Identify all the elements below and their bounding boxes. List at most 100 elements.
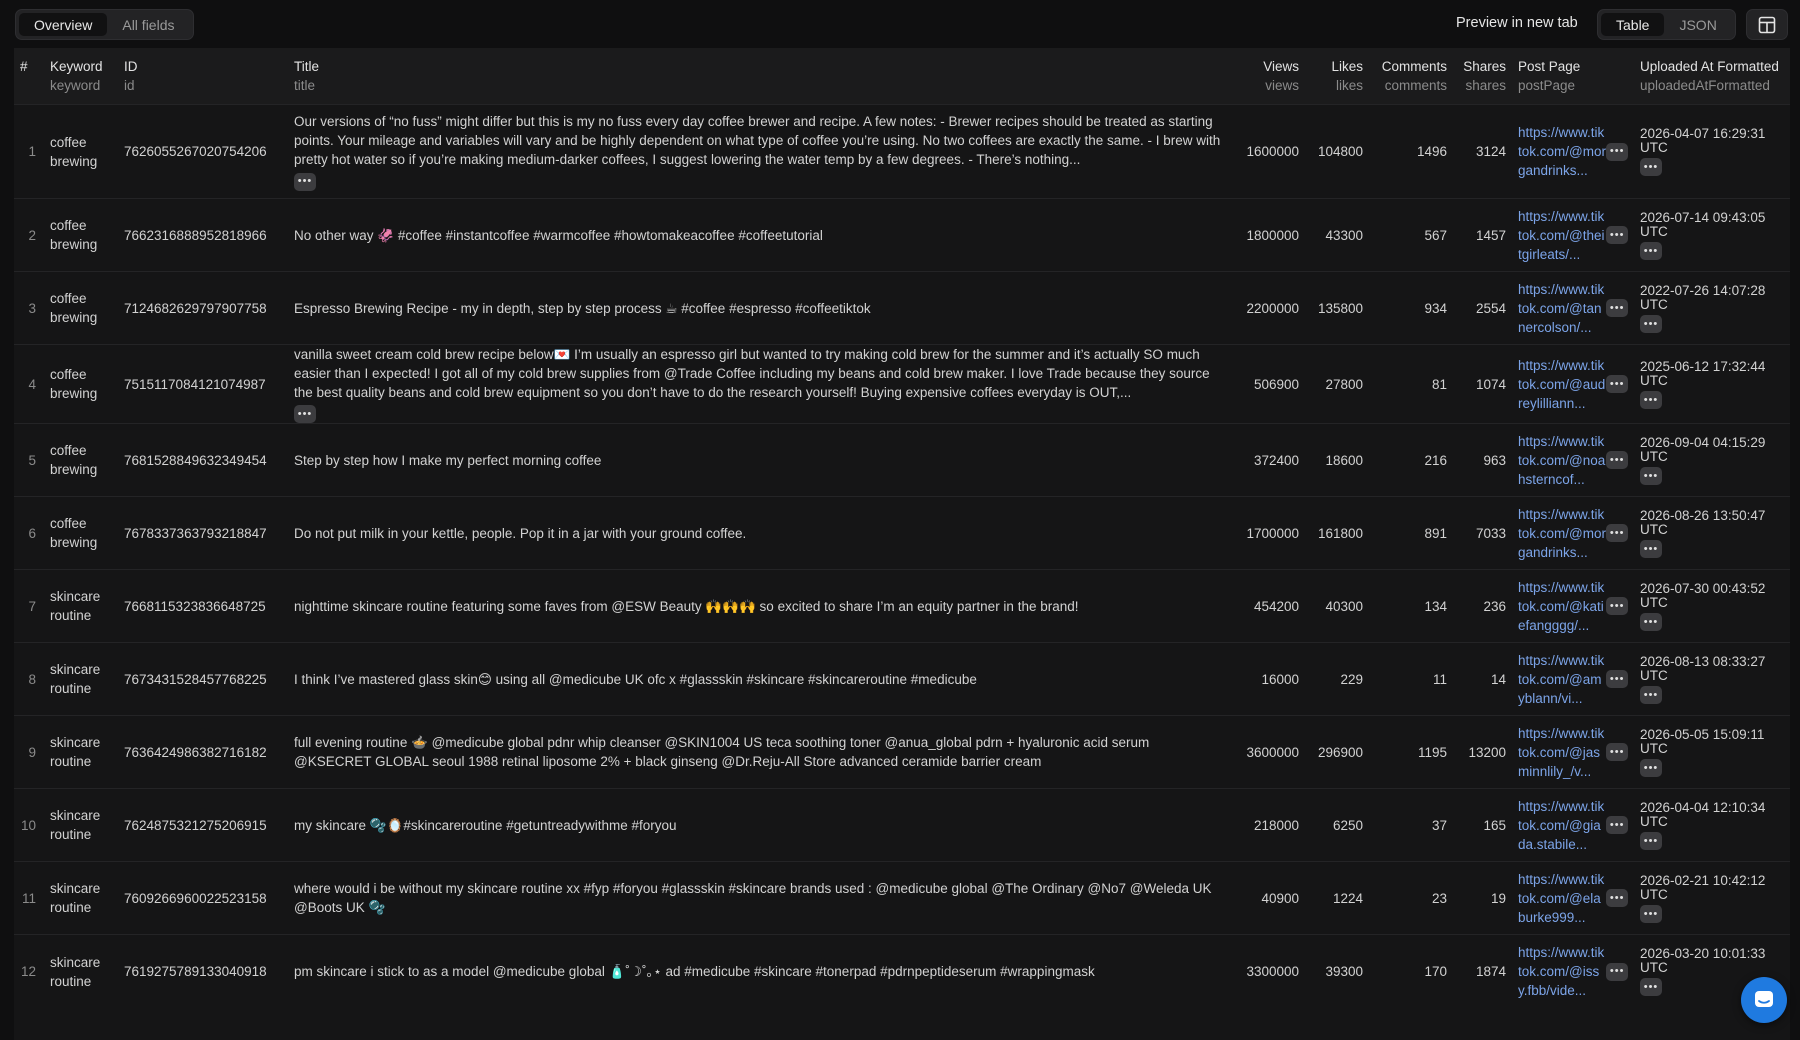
expand-post-page-button[interactable]: ••• bbox=[1606, 889, 1628, 908]
expand-post-page-button[interactable]: ••• bbox=[1606, 962, 1628, 981]
tab-json[interactable]: JSON bbox=[1664, 13, 1731, 36]
row-index: 12 bbox=[14, 934, 44, 1008]
shares-cell: 1457 bbox=[1453, 198, 1512, 272]
post-page-link[interactable]: https://www.tiktok.com/@katiefangggg/... bbox=[1518, 578, 1606, 635]
title-text: full evening routine 🍲 @medicube global … bbox=[294, 735, 1150, 770]
expand-title-button[interactable]: ••• bbox=[294, 405, 316, 424]
table-row[interactable]: 6 coffee brewing 7678337363793218847 Do not… bbox=[14, 496, 1790, 570]
post-page-link[interactable]: https://www.tiktok.com/@giada.stabile... bbox=[1518, 797, 1606, 854]
uploaded-at-cell: 2026-08-26 13:50:47 UTC ••• bbox=[1634, 496, 1790, 570]
expand-uploaded-button[interactable]: ••• bbox=[1640, 241, 1662, 260]
header-post-page[interactable]: Post Page postPage bbox=[1512, 48, 1634, 105]
table-row[interactable]: 9 skincare routine 7636424986382716182 full… bbox=[14, 715, 1790, 789]
table-row[interactable]: 3 coffee brewing 7124682629797907758 Espres… bbox=[14, 271, 1790, 345]
header-keyword[interactable]: Keyword keyword bbox=[44, 48, 118, 105]
expand-uploaded-button[interactable]: ••• bbox=[1640, 158, 1662, 176]
expand-uploaded-button[interactable]: ••• bbox=[1640, 314, 1662, 333]
post-page-link[interactable]: https://www.tiktok.com/@theitgirleats/..… bbox=[1518, 207, 1606, 264]
expand-uploaded-button[interactable]: ••• bbox=[1640, 758, 1662, 777]
expand-post-page-button[interactable]: ••• bbox=[1606, 226, 1628, 244]
uploaded-at-text: 2025-06-12 17:32:44 UTC bbox=[1640, 358, 1766, 388]
expand-uploaded-button[interactable]: ••• bbox=[1640, 978, 1662, 997]
expand-post-page-button[interactable]: ••• bbox=[1606, 524, 1628, 543]
expand-uploaded-button[interactable]: ••• bbox=[1640, 466, 1662, 485]
id-cell: 7668115323836648725 bbox=[118, 569, 288, 643]
layout-toggle-button[interactable] bbox=[1746, 9, 1788, 40]
views-cell: 506900 bbox=[1235, 343, 1305, 424]
table-row[interactable]: 2 coffee brewing 7662316888952818966 No oth… bbox=[14, 198, 1790, 272]
title-cell: Step by step how I make my perfect morni… bbox=[288, 423, 1235, 497]
expand-uploaded-button[interactable]: ••• bbox=[1640, 612, 1662, 631]
title-text: Step by step how I make my perfect morni… bbox=[294, 452, 602, 468]
likes-cell: 43300 bbox=[1305, 198, 1369, 272]
comments-cell: 81 bbox=[1369, 343, 1453, 424]
views-cell: 218000 bbox=[1235, 788, 1305, 862]
expand-uploaded-button[interactable]: ••• bbox=[1640, 685, 1662, 704]
header-id[interactable]: ID id bbox=[118, 48, 288, 105]
tab-table[interactable]: Table bbox=[1601, 13, 1665, 36]
expand-post-page-button[interactable]: ••• bbox=[1606, 597, 1628, 616]
post-page-link[interactable]: https://www.tiktok.com/@morgandrinks... bbox=[1518, 505, 1606, 562]
expand-post-page-button[interactable]: ••• bbox=[1606, 743, 1628, 762]
likes-cell: 161800 bbox=[1305, 496, 1369, 570]
table-row[interactable]: 4 coffee brewing 7515117084121074987 vanill… bbox=[14, 343, 1790, 424]
row-index: 5 bbox=[14, 423, 44, 497]
likes-cell: 229 bbox=[1305, 642, 1369, 716]
post-page-link[interactable]: https://www.tiktok.com/@noahsterncof... bbox=[1518, 432, 1606, 489]
top-toolbar: Overview All fields Preview in new tab T… bbox=[0, 0, 1800, 48]
header-comments[interactable]: Comments comments bbox=[1369, 48, 1453, 105]
table-row[interactable]: 1 coffee brewing 7626055267020754206 Our ve… bbox=[14, 104, 1790, 199]
post-page-link[interactable]: https://www.tiktok.com/@jasminnlily_/v..… bbox=[1518, 724, 1606, 781]
table-row[interactable]: 5 coffee brewing 7681528849632349454 Step b… bbox=[14, 423, 1790, 497]
expand-post-page-button[interactable]: ••• bbox=[1606, 816, 1628, 835]
preview-in-new-tab-link[interactable]: Preview in new tab bbox=[1456, 15, 1578, 31]
post-page-link[interactable]: https://www.tiktok.com/@tannercolson/... bbox=[1518, 280, 1606, 337]
post-page-link[interactable]: https://www.tiktok.com/@elaburke999... bbox=[1518, 870, 1606, 927]
post-page-link[interactable]: https://www.tiktok.com/@audreylilliann..… bbox=[1518, 356, 1606, 413]
header-shares[interactable]: Shares shares bbox=[1453, 48, 1512, 105]
post-page-link[interactable]: https://www.tiktok.com/@amyblann/vi... bbox=[1518, 651, 1606, 708]
shares-cell: 2554 bbox=[1453, 271, 1512, 345]
expand-post-page-button[interactable]: ••• bbox=[1606, 142, 1628, 161]
row-index: 11 bbox=[14, 861, 44, 935]
shares-cell: 963 bbox=[1453, 423, 1512, 497]
id-cell: 7124682629797907758 bbox=[118, 271, 288, 345]
expand-post-page-button[interactable]: ••• bbox=[1606, 670, 1628, 689]
expand-post-page-button[interactable]: ••• bbox=[1606, 375, 1628, 394]
tab-all-fields[interactable]: All fields bbox=[107, 13, 189, 36]
expand-uploaded-button[interactable]: ••• bbox=[1640, 390, 1662, 409]
post-page-link[interactable]: https://www.tiktok.com/@morgandrinks... bbox=[1518, 123, 1606, 180]
table-row[interactable]: 7 skincare routine 7668115323836648725 nigh… bbox=[14, 569, 1790, 643]
results-table-container[interactable]: # Keyword keyword ID id Title title Views vi… bbox=[14, 48, 1790, 1040]
table-row[interactable]: 12 skincare routine 7619275789133040918 pm … bbox=[14, 934, 1790, 1008]
post-page-cell: https://www.tiktok.com/@giada.stabile...… bbox=[1512, 788, 1634, 862]
chat-support-button[interactable] bbox=[1741, 977, 1787, 1023]
views-cell: 3600000 bbox=[1235, 715, 1305, 789]
uploaded-at-cell: 2026-07-30 00:43:52 UTC ••• bbox=[1634, 569, 1790, 643]
expand-post-page-button[interactable]: ••• bbox=[1606, 451, 1628, 470]
title-text: Do not put milk in your kettle, people. … bbox=[294, 525, 747, 541]
uploaded-at-cell: 2022-07-26 14:07:28 UTC ••• bbox=[1634, 271, 1790, 345]
comments-cell: 170 bbox=[1369, 934, 1453, 1008]
header-views[interactable]: Views views bbox=[1235, 48, 1305, 105]
expand-uploaded-button[interactable]: ••• bbox=[1640, 904, 1662, 923]
title-cell: where would i be without my skincare rou… bbox=[288, 861, 1235, 935]
post-page-cell: https://www.tiktok.com/@tannercolson/...… bbox=[1512, 271, 1634, 345]
expand-post-page-button[interactable]: ••• bbox=[1606, 299, 1628, 317]
header-title[interactable]: Title title bbox=[288, 48, 1235, 105]
expand-uploaded-button[interactable]: ••• bbox=[1640, 831, 1662, 850]
shares-cell: 165 bbox=[1453, 788, 1512, 862]
header-uploaded-at[interactable]: Uploaded At Formatted uploadedAtFormatted bbox=[1634, 48, 1790, 105]
row-index: 8 bbox=[14, 642, 44, 716]
tab-overview[interactable]: Overview bbox=[19, 13, 108, 36]
post-page-link[interactable]: https://www.tiktok.com/@issy.fbb/vide... bbox=[1518, 943, 1606, 1000]
table-row[interactable]: 8 skincare routine 7673431528457768225 I th… bbox=[14, 642, 1790, 716]
expand-uploaded-button[interactable]: ••• bbox=[1640, 539, 1662, 558]
row-index: 4 bbox=[14, 343, 44, 424]
table-row[interactable]: 10 skincare routine 7624875321275206915 my … bbox=[14, 788, 1790, 862]
table-row[interactable]: 11 skincare routine 7609266960022523158 whe… bbox=[14, 861, 1790, 935]
expand-title-button[interactable]: ••• bbox=[294, 172, 316, 191]
header-likes[interactable]: Likes likes bbox=[1305, 48, 1369, 105]
post-page-cell: https://www.tiktok.com/@theitgirleats/..… bbox=[1512, 198, 1634, 272]
views-cell: 1700000 bbox=[1235, 496, 1305, 570]
